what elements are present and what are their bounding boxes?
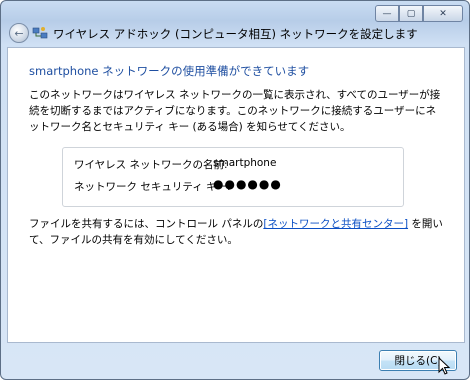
- window-title: ワイヤレス アドホック (コンピュータ相互) ネットワークを設定します: [53, 27, 418, 41]
- security-key-label: ネットワーク セキュリティ キー:: [74, 181, 231, 193]
- description-line-1: このネットワークはワイヤレス ネットワークの一覧に表示され、すべてのユーザーが接: [29, 89, 441, 101]
- network-name-value: smartphone: [213, 157, 277, 169]
- mouse-cursor-icon: [438, 357, 451, 375]
- close-icon: ✕: [439, 8, 447, 19]
- back-arrow-icon: ←: [14, 26, 24, 40]
- description-paragraph: このネットワークはワイヤレス ネットワークの一覧に表示され、すべてのユーザーが接…: [29, 87, 449, 135]
- network-icon: [32, 27, 48, 39]
- description-line-3: ットワーク名とセキュリティ キー (ある場合) を知らせてください。: [29, 121, 351, 133]
- back-button[interactable]: ←: [9, 23, 29, 43]
- network-sharing-center-link[interactable]: [ネットワークと共有センター]: [263, 218, 408, 230]
- caption-buttons: — ▢ ✕: [375, 5, 463, 22]
- maximize-icon: ▢: [406, 8, 416, 19]
- security-key-row: ネットワーク セキュリティ キー: ●●●●●●: [74, 177, 281, 194]
- sharing-text-after: を開い: [408, 218, 443, 230]
- description-line-2: 続を切断するまではアクティブになります。このネットワークに接続するユーザーにネ: [29, 105, 437, 117]
- security-key-value: ●●●●●●: [213, 177, 282, 191]
- sharing-text-before: ファイルを共有するには、コントロール パネルの: [29, 218, 264, 230]
- network-name-label: ワイヤレス ネットワークの名前:: [74, 159, 228, 171]
- dialog-window: ← ワイヤレス アドホック (コンピュータ相互) ネットワークを設定します — …: [0, 0, 470, 380]
- minimize-icon: —: [382, 8, 392, 19]
- sharing-paragraph: ファイルを共有するには、コントロール パネルの[ネットワークと共有センター] を…: [29, 216, 449, 248]
- close-window-button[interactable]: ✕: [423, 5, 463, 22]
- content-panel: smartphone ネットワークの使用準備ができています このネットワークはワ…: [7, 47, 465, 343]
- title-bar: ← ワイヤレス アドホック (コンピュータ相互) ネットワークを設定します — …: [1, 1, 469, 47]
- sharing-line-2: て、ファイルの共有を有効にしてください。: [29, 234, 238, 246]
- network-name-row: ワイヤレス ネットワークの名前: smartphone: [74, 157, 276, 172]
- maximize-button[interactable]: ▢: [399, 5, 423, 22]
- minimize-button[interactable]: —: [375, 5, 399, 22]
- footer-bar: 閉じる(C): [7, 341, 463, 373]
- network-info-box: ワイヤレス ネットワークの名前: smartphone ネットワーク セキュリテ…: [62, 147, 404, 207]
- page-heading: smartphone ネットワークの使用準備ができています: [29, 64, 310, 78]
- sharing-line-1: ファイルを共有するには、コントロール パネルの[ネットワークと共有センター] を…: [29, 216, 449, 232]
